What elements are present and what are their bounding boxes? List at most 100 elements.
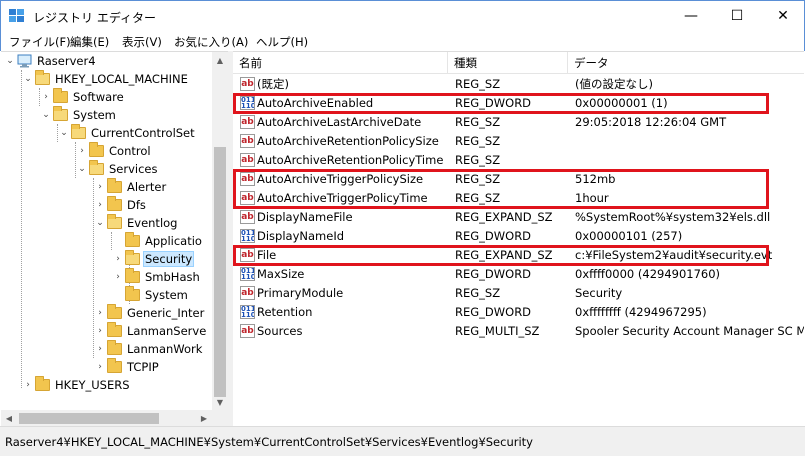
folder-open-icon xyxy=(89,160,104,175)
tree-node-services[interactable]: ⌄ Services xyxy=(75,160,159,178)
close-button[interactable]: ✕ xyxy=(760,1,805,31)
chevron-down-icon[interactable]: ⌄ xyxy=(75,160,89,178)
key-tree[interactable]: ⌄ Raserver4 ⌄ HKEY_LOCAL_MACHINE › Softw… xyxy=(1,51,228,426)
red-highlight-box xyxy=(233,245,769,266)
tree-node-eventlog-system[interactable]: System xyxy=(111,286,189,304)
tree-node-label: LanmanServe xyxy=(127,324,207,338)
value-row[interactable]: 011 110 Retention REG_DWORD 0xffffffff (4294… xyxy=(233,303,804,322)
chevron-down-icon[interactable]: ⌄ xyxy=(21,70,35,88)
binary-value-icon: 011 110 xyxy=(240,305,255,319)
value-row[interactable]: ab Sources REG_MULTI_SZ Spooler Security Ac… xyxy=(233,322,804,341)
column-header-name[interactable]: 名前 xyxy=(233,52,448,74)
value-row[interactable]: ab DisplayNameFile REG_EXPAND_SZ %SystemRoo… xyxy=(233,208,804,227)
menu-favorites[interactable]: お気に入り(A) xyxy=(174,34,248,50)
maximize-button[interactable]: ☐ xyxy=(714,1,760,31)
chevron-right-icon[interactable]: › xyxy=(93,340,107,358)
value-row[interactable]: ab PrimaryModule REG_SZ Security xyxy=(233,284,804,303)
menu-help[interactable]: ヘルプ(H) xyxy=(256,34,308,50)
string-value-icon: ab xyxy=(240,286,255,300)
chevron-right-icon[interactable]: › xyxy=(93,322,107,340)
tree-node-tcpip[interactable]: › TCPIP xyxy=(93,358,160,376)
value-row[interactable]: 011 110 MaxSize REG_DWORD 0xffff0000 (429490… xyxy=(233,265,804,284)
chevron-down-icon[interactable]: ⌄ xyxy=(39,106,53,124)
tree-node-label: Generic_Inter xyxy=(127,306,205,320)
column-header-data[interactable]: データ xyxy=(568,52,804,74)
value-name: AutoArchiveLastArchiveDate xyxy=(257,115,422,129)
chevron-right-icon[interactable]: › xyxy=(111,268,125,286)
tree-node-raserver4[interactable]: ⌄ Raserver4 xyxy=(3,52,97,70)
chevron-right-icon[interactable]: › xyxy=(93,358,107,376)
value-row[interactable]: ab AutoArchiveRetentionPolicyTime REG_SZ xyxy=(233,151,804,170)
tree-node-application[interactable]: Applicatio xyxy=(111,232,203,250)
tree-node-control[interactable]: › Control xyxy=(75,142,152,160)
tree-node-label: Eventlog xyxy=(127,216,178,230)
chevron-right-icon[interactable]: › xyxy=(21,376,35,394)
tree-node-smbhash[interactable]: › SmbHash xyxy=(111,268,201,286)
scroll-thumb[interactable] xyxy=(19,413,159,424)
tree-node-hklm[interactable]: ⌄ HKEY_LOCAL_MACHINE xyxy=(21,70,189,88)
value-data: %SystemRoot%¥system32¥els.dll xyxy=(575,210,771,224)
value-row[interactable]: ab AutoArchiveRetentionPolicySize REG_SZ xyxy=(233,132,804,151)
tree-node-system[interactable]: ⌄ System xyxy=(39,106,117,124)
tree-node-label: TCPIP xyxy=(127,360,159,374)
tree-node-hkey-users[interactable]: › HKEY_USERS xyxy=(21,376,131,394)
tree-connector xyxy=(21,70,22,388)
chevron-down-icon[interactable]: ⌄ xyxy=(57,124,71,142)
value-row[interactable]: ab (既定) REG_SZ (値の設定なし) xyxy=(233,75,804,94)
menu-view[interactable]: 表示(V) xyxy=(122,34,162,50)
tree-node-eventlog[interactable]: ⌄ Eventlog xyxy=(93,214,178,232)
scroll-left-icon[interactable]: ◀ xyxy=(1,410,17,426)
folder-icon xyxy=(107,196,122,211)
tree-node-generic-inter[interactable]: › Generic_Inter xyxy=(93,304,205,322)
chevron-right-icon[interactable]: › xyxy=(93,304,107,322)
scroll-down-icon[interactable]: ▼ xyxy=(212,394,228,410)
chevron-right-icon[interactable]: › xyxy=(111,250,125,268)
menu-file[interactable]: ファイル(F) xyxy=(9,34,71,50)
folder-icon xyxy=(35,376,50,391)
tree-node-alerter[interactable]: › Alerter xyxy=(93,178,167,196)
values-list[interactable]: 名前 種類 データ ab (既定) REG_SZ (値の設定なし) 011 110 Auto… xyxy=(233,51,804,426)
tree-node-security[interactable]: › Security xyxy=(111,250,195,268)
folder-icon xyxy=(125,268,140,283)
tree-node-software[interactable]: › Software xyxy=(39,88,125,106)
chevron-right-icon[interactable]: › xyxy=(93,178,107,196)
chevron-right-icon[interactable]: › xyxy=(93,196,107,214)
tree-node-lanmanworkstation[interactable]: › LanmanWork xyxy=(93,340,203,358)
scroll-thumb[interactable] xyxy=(214,147,226,397)
minimize-button[interactable]: — xyxy=(668,1,714,31)
red-highlight-box xyxy=(233,169,769,209)
binary-value-icon: 011 110 xyxy=(240,229,255,243)
tree-node-dfs[interactable]: › Dfs xyxy=(93,196,147,214)
string-value-icon: ab xyxy=(240,77,255,91)
column-header-type[interactable]: 種類 xyxy=(448,52,568,74)
value-row[interactable]: ab AutoArchiveLastArchiveDate REG_SZ 29:05:… xyxy=(233,113,804,132)
value-type: REG_SZ xyxy=(455,134,501,148)
folder-open-icon xyxy=(107,214,122,229)
folder-icon xyxy=(107,304,122,319)
value-type: REG_DWORD xyxy=(455,229,532,243)
tree-horizontal-scrollbar[interactable]: ◀ ▶ xyxy=(1,410,212,426)
chevron-down-icon[interactable]: ⌄ xyxy=(3,52,17,70)
value-name: MaxSize xyxy=(257,267,305,281)
chevron-right-icon[interactable]: › xyxy=(75,142,89,160)
folder-open-icon xyxy=(35,70,50,85)
menu-edit[interactable]: 編集(E) xyxy=(70,34,109,50)
tree-vertical-scrollbar[interactable]: ▲ ▼ xyxy=(212,52,228,410)
scroll-up-icon[interactable]: ▲ xyxy=(212,52,228,68)
tree-node-label: CurrentControlSet xyxy=(91,126,195,140)
value-data: 0xffffffff (4294967295) xyxy=(575,305,707,319)
tree-node-label: Applicatio xyxy=(145,234,202,248)
folder-icon xyxy=(125,286,140,301)
folder-icon xyxy=(53,88,68,103)
value-type: REG_SZ xyxy=(455,153,501,167)
chevron-down-icon[interactable]: ⌄ xyxy=(93,214,107,232)
value-row[interactable]: 011 110 DisplayNameId REG_DWORD 0x00000101 (… xyxy=(233,227,804,246)
value-type: REG_MULTI_SZ xyxy=(455,324,540,338)
value-name: DisplayNameFile xyxy=(257,210,353,224)
tree-node-currentcontrolset[interactable]: ⌄ CurrentControlSet xyxy=(57,124,196,142)
scroll-right-icon[interactable]: ▶ xyxy=(196,410,212,426)
tree-node-lanmanserver[interactable]: › LanmanServe xyxy=(93,322,207,340)
chevron-right-icon[interactable]: › xyxy=(39,88,53,106)
computer-icon xyxy=(17,54,32,68)
